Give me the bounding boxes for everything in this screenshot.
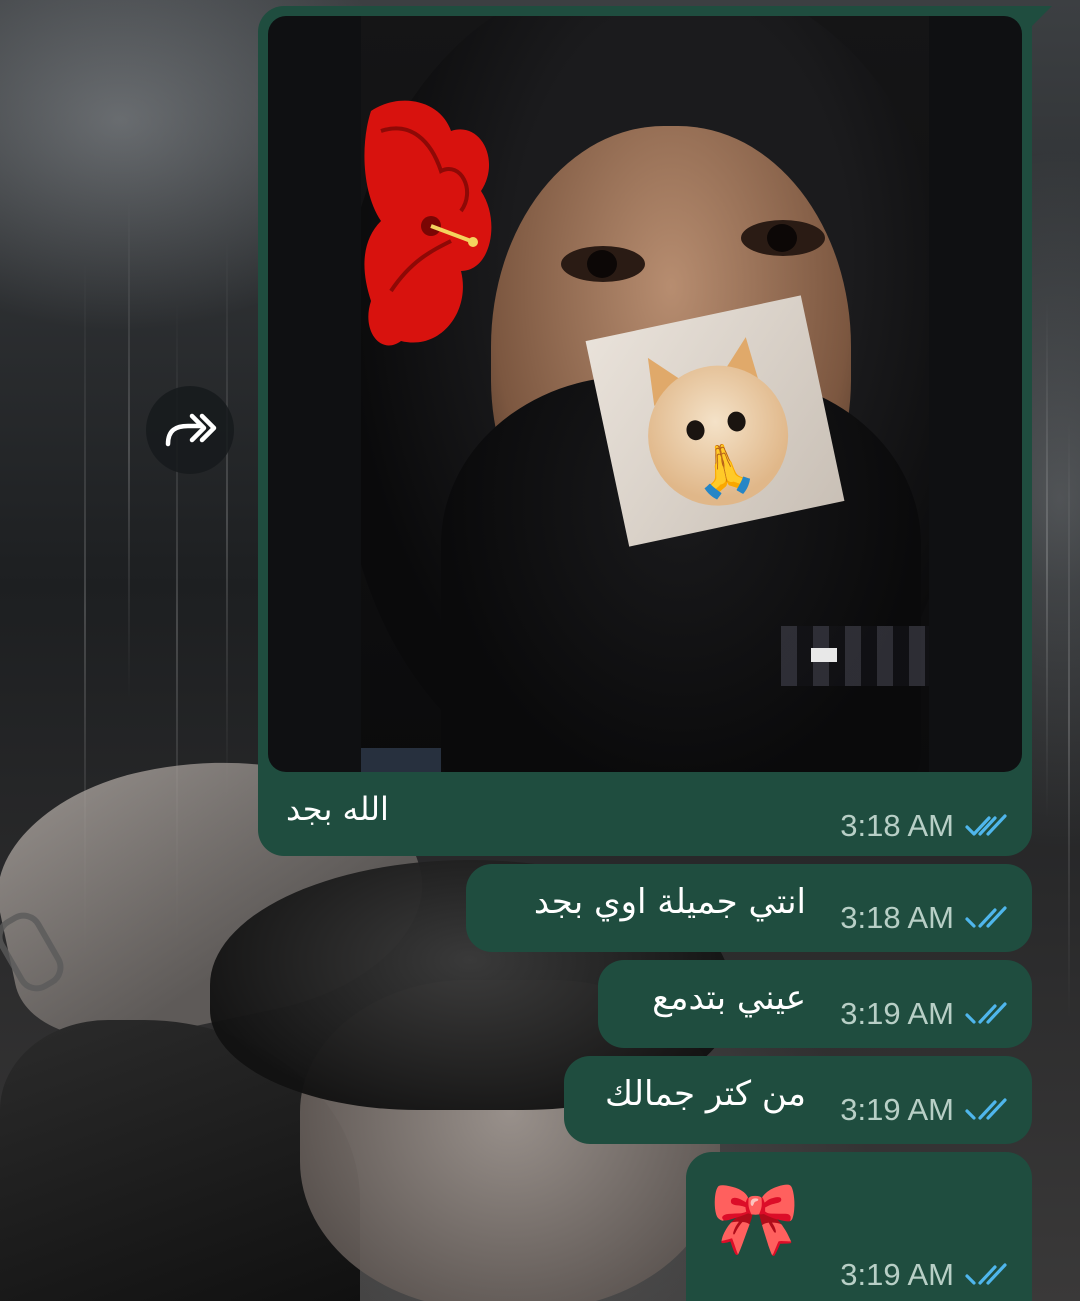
message-text: عيني بتدمع <box>652 978 806 1018</box>
message-time: 3:19 AM <box>840 996 954 1031</box>
praying-cat-sticker: 🙏 <box>585 295 845 547</box>
rain-streak <box>1046 300 1048 820</box>
ribbon-emoji: 🎀 <box>710 1176 800 1260</box>
message-time: 3:19 AM <box>840 1257 954 1292</box>
double-check-icon <box>965 1263 1007 1285</box>
pixelated-watermark <box>781 626 929 686</box>
message-text: من كتر جمالك <box>605 1074 806 1114</box>
double-check-icon <box>965 814 1007 836</box>
forward-button[interactable] <box>146 386 234 474</box>
message-bubble-image[interactable]: 🙏 الله بجد 3:18 AM <box>258 6 1052 856</box>
rain-streak <box>128 200 130 700</box>
photo-content: 🙏 <box>361 16 929 772</box>
image-caption: الله بجد <box>286 790 389 828</box>
message-time: 3:19 AM <box>840 1092 954 1127</box>
rain-streak <box>1068 420 1070 1020</box>
message-meta: 3:18 AM <box>840 900 1010 936</box>
forward-icon <box>165 413 217 447</box>
message-meta: 3:18 AM <box>840 808 1010 844</box>
photo-eye <box>561 246 645 282</box>
message-bubble-emoji[interactable]: 🎀 3:19 AM <box>686 1152 1032 1301</box>
photo-eye <box>741 220 825 256</box>
double-check-icon <box>965 1002 1007 1024</box>
folded-hands-emoji: 🙏 <box>688 435 762 505</box>
message-image[interactable]: 🙏 <box>268 16 1022 772</box>
message-time: 3:18 AM <box>840 900 954 935</box>
bubble-tail <box>1030 6 1052 28</box>
message-bubble-text[interactable]: انتي جميلة اوي بجد 3:18 AM <box>466 864 1032 952</box>
double-check-icon <box>965 906 1007 928</box>
hibiscus-flower-sticker <box>364 100 492 346</box>
photo-bottom-strip <box>361 748 441 772</box>
message-meta: 3:19 AM <box>840 1092 1010 1128</box>
message-bubble-text[interactable]: عيني بتدمع 3:19 AM <box>598 960 1032 1048</box>
message-text: انتي جميلة اوي بجد <box>533 882 806 922</box>
message-bubble-text[interactable]: من كتر جمالك 3:19 AM <box>564 1056 1032 1144</box>
message-meta: 3:19 AM <box>840 1257 1010 1293</box>
message-time: 3:18 AM <box>840 808 954 843</box>
double-check-icon <box>965 1098 1007 1120</box>
rain-streak <box>226 240 228 800</box>
message-meta: 3:19 AM <box>840 996 1010 1032</box>
